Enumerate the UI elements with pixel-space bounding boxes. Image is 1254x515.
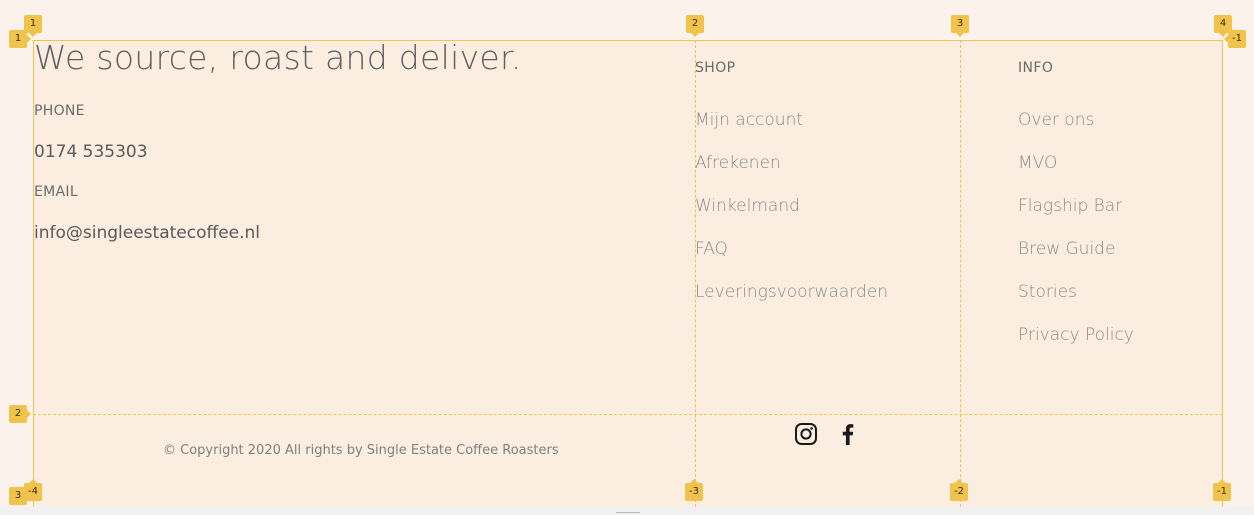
shop-link-my-account[interactable]: Mijn account <box>695 110 803 130</box>
grid-badge-column-top: 3 <box>951 15 969 37</box>
shop-menu-item: FAQ <box>695 237 888 280</box>
shop-link-delivery-terms[interactable]: Leveringsvoorwaarden <box>695 282 888 302</box>
info-menu-item: Flagship Bar <box>1018 194 1134 237</box>
viewport-bottom-edge <box>0 507 1254 515</box>
grid-badge-row-right: -1 <box>1224 30 1246 48</box>
footer-inspector-page: We source, roast and deliver. PHONE 0174… <box>0 0 1254 515</box>
shop-menu-item: Leveringsvoorwaarden <box>695 280 888 323</box>
grid-badge-column-bottom: -4 <box>24 479 42 501</box>
footer-tagline: We source, roast and deliver. <box>34 38 522 77</box>
info-link-stories[interactable]: Stories <box>1018 282 1077 302</box>
info-menu-item: Brew Guide <box>1018 237 1134 280</box>
grid-badge-column-top: 2 <box>686 15 704 37</box>
facebook-icon[interactable] <box>836 422 860 446</box>
info-link-flagship-bar[interactable]: Flagship Bar <box>1018 196 1122 216</box>
grid-line-row-2 <box>33 414 1223 415</box>
info-menu: Over ons MVO Flagship Bar Brew Guide Sto… <box>1018 108 1134 366</box>
grid-badge-row-left: 1 <box>9 30 31 48</box>
info-menu-item: Stories <box>1018 280 1134 323</box>
phone-link[interactable]: 0174 535303 <box>34 142 148 162</box>
shop-menu: Mijn account Afrekenen Winkelmand FAQ Le… <box>695 108 888 323</box>
grid-badge-column-bottom: -1 <box>1213 479 1231 501</box>
email-label: EMAIL <box>34 184 78 200</box>
grid-badge-column-bottom: -2 <box>950 479 968 501</box>
grid-line-column-3 <box>960 40 961 507</box>
phone-label: PHONE <box>34 103 85 119</box>
copyright-text: © Copyright 2020 All rights by Single Es… <box>163 443 559 458</box>
grid-badge-column-bottom: -3 <box>685 479 703 501</box>
instagram-icon[interactable] <box>794 422 818 446</box>
info-link-about[interactable]: Over ons <box>1018 110 1094 130</box>
info-column-title: INFO <box>1018 60 1054 76</box>
info-menu-item: Privacy Policy <box>1018 323 1134 366</box>
info-link-brew-guide[interactable]: Brew Guide <box>1018 239 1115 259</box>
info-link-privacy-policy[interactable]: Privacy Policy <box>1018 325 1134 345</box>
shop-link-faq[interactable]: FAQ <box>695 239 728 259</box>
shop-link-cart[interactable]: Winkelmand <box>695 196 800 216</box>
shop-menu-item: Mijn account <box>695 108 888 151</box>
shop-menu-item: Afrekenen <box>695 151 888 194</box>
scroll-handle[interactable] <box>616 512 640 513</box>
info-menu-item: Over ons <box>1018 108 1134 151</box>
info-menu-item: MVO <box>1018 151 1134 194</box>
grid-badge-row-left: 2 <box>9 405 31 423</box>
info-link-mvo[interactable]: MVO <box>1018 153 1057 173</box>
shop-column-title: SHOP <box>695 60 736 76</box>
shop-menu-item: Winkelmand <box>695 194 888 237</box>
shop-link-checkout[interactable]: Afrekenen <box>695 153 781 173</box>
email-link[interactable]: info@singleestatecoffee.nl <box>34 223 260 243</box>
